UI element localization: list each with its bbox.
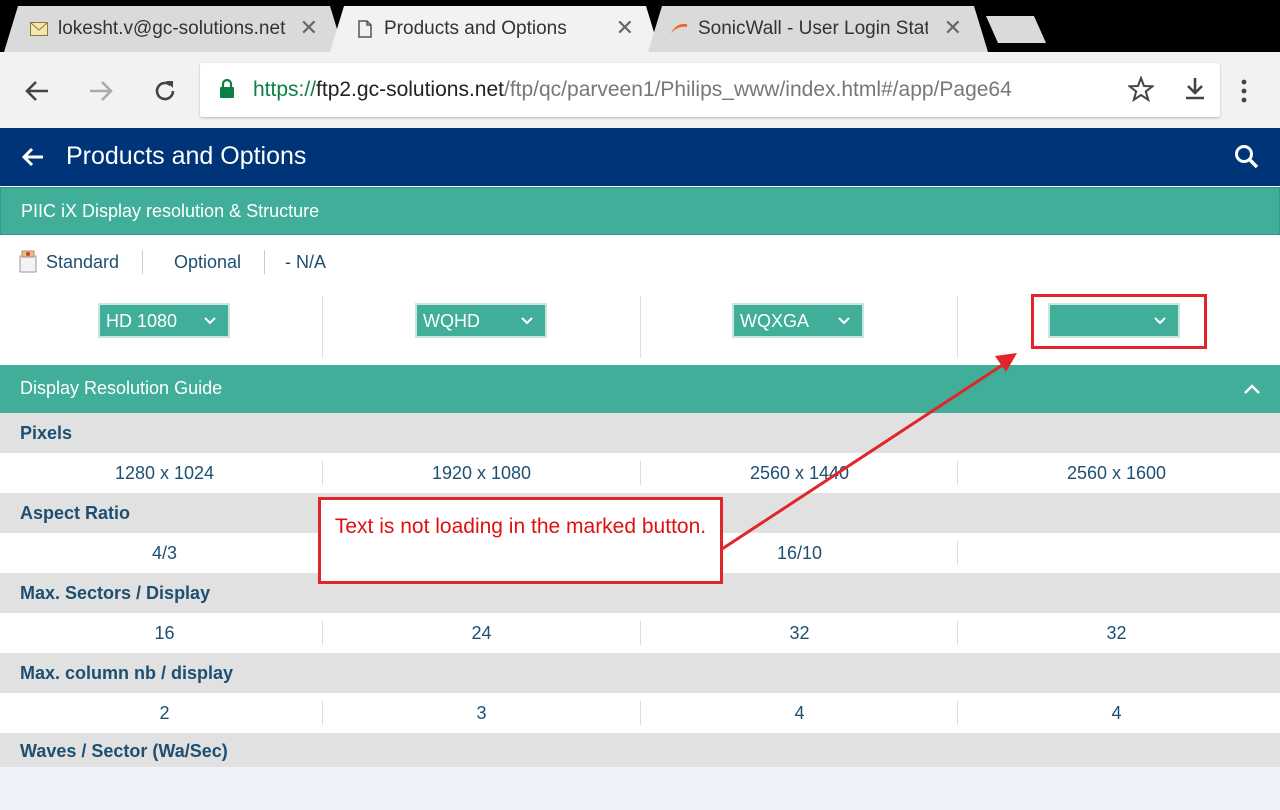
table-cell <box>958 533 1275 573</box>
browser-toolbar: https://ftp2.gc-solutions.net/ftp/qc/par… <box>0 52 1280 128</box>
back-button[interactable] <box>22 76 52 106</box>
reload-icon <box>155 81 175 101</box>
table-cell: 32 <box>789 623 810 643</box>
browser-tab-strip: lokesht.v@gc-solutions.net ✕ Products an… <box>0 0 1280 52</box>
section-title-bar: PIIC iX Display resolution & Structure <box>0 187 1280 235</box>
arrow-right-icon <box>90 81 113 101</box>
table-cell: 1920 x 1080 <box>431 463 532 483</box>
back-arrow-icon[interactable] <box>20 144 46 175</box>
chevron-down-icon <box>519 313 535 334</box>
tab-sonicwall[interactable]: SonicWall - User Login Status ✕ <box>648 6 988 52</box>
legend-divider <box>142 250 143 274</box>
legend-standard: Standard <box>46 252 120 272</box>
table-cell: 2 <box>159 703 170 723</box>
table-cell: 16 <box>154 623 175 643</box>
tab-title: SonicWall - User Login Status <box>698 18 928 39</box>
resolution-select-2[interactable]: WQHD <box>415 303 547 338</box>
table-row: 2 3 4 4 <box>0 693 1280 733</box>
table-cell: 3 <box>476 703 487 723</box>
chevron-up-icon[interactable] <box>1242 379 1262 404</box>
table-row: 16 24 32 32 <box>0 613 1280 653</box>
table-row: 1280 x 1024 1920 x 1080 2560 x 1440 2560… <box>0 453 1280 493</box>
reload-button[interactable] <box>150 76 180 106</box>
arrow-left-icon <box>25 81 48 101</box>
table-cell: 4 <box>1111 703 1122 723</box>
annotation-highlight-box <box>1031 294 1207 349</box>
forward-button[interactable] <box>86 76 116 106</box>
app-header: Products and Options <box>0 128 1280 186</box>
table-cell: 2560 x 1440 <box>749 463 850 483</box>
page-icon <box>356 20 374 38</box>
mail-icon <box>30 20 48 38</box>
sonicwall-icon <box>670 20 688 38</box>
tab-title: lokesht.v@gc-solutions.net <box>58 18 286 39</box>
table-cell: 24 <box>471 623 492 643</box>
legend-divider <box>264 250 265 274</box>
section-title: PIIC iX Display resolution & Structure <box>21 201 320 221</box>
display-resolution-guide-header[interactable]: Display Resolution Guide <box>0 365 1280 413</box>
row-header-max-columns: Max. column nb / display <box>0 653 1280 693</box>
star-icon[interactable] <box>1126 75 1156 107</box>
resolution-select-3[interactable]: WQXGA <box>732 303 864 338</box>
search-icon[interactable] <box>1234 144 1260 175</box>
tab-title: Products and Options <box>384 18 567 39</box>
more-menu-icon[interactable] <box>1240 79 1248 108</box>
table-cell: 32 <box>1106 623 1127 643</box>
close-icon[interactable]: ✕ <box>300 17 318 39</box>
download-icon[interactable] <box>1182 76 1208 107</box>
tab-mail[interactable]: lokesht.v@gc-solutions.net ✕ <box>4 6 344 52</box>
lock-icon <box>220 78 234 104</box>
address-bar[interactable]: https://ftp2.gc-solutions.net/ftp/qc/par… <box>200 63 1220 117</box>
legend-na: - N/A <box>285 252 327 272</box>
table-cell: 2560 x 1600 <box>1066 463 1167 483</box>
table-cell: 1280 x 1024 <box>114 463 215 483</box>
table-cell: 4/3 <box>151 543 178 563</box>
row-header-waves-sector: Waves / Sector (Wa/Sec) <box>0 733 1280 767</box>
guide-title: Display Resolution Guide <box>20 378 223 398</box>
legend: Standard Optional - N/A <box>0 236 1280 288</box>
row-header-pixels: Pixels <box>0 413 1280 453</box>
footer-area <box>0 767 1280 810</box>
close-icon[interactable]: ✕ <box>616 17 634 39</box>
resolution-select-1[interactable]: HD 1080 <box>98 303 230 338</box>
chevron-down-icon <box>836 313 852 334</box>
url-text: https://ftp2.gc-solutions.net/ftp/qc/par… <box>253 78 1012 101</box>
close-icon[interactable]: ✕ <box>944 17 962 39</box>
legend-optional: Optional <box>174 252 242 272</box>
tab-products[interactable]: Products and Options ✕ <box>330 6 660 52</box>
annotation-callout: Text is not loading in the marked button… <box>318 497 723 584</box>
table-cell: 4 <box>794 703 805 723</box>
page-title: Products and Options <box>66 142 307 170</box>
new-tab-button[interactable] <box>986 16 1046 43</box>
standard-icon <box>18 248 38 279</box>
chevron-down-icon <box>202 313 218 334</box>
